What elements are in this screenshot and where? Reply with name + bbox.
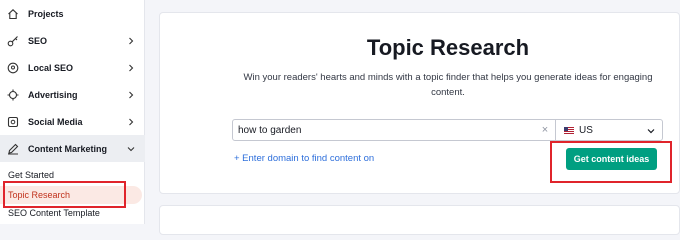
sidebar-item-label: Local SEO <box>28 62 74 73</box>
sidebar-item-label: Advertising <box>28 89 78 100</box>
chevron-down-icon <box>127 145 135 153</box>
sidebar-item-social-media[interactable]: Social Media <box>0 108 145 135</box>
pen-icon <box>7 143 19 155</box>
chevron-right-icon <box>127 91 135 99</box>
country-select[interactable]: US <box>555 119 663 141</box>
page-subtitle: Win your readers' hearts and minds with … <box>243 72 653 98</box>
sidebar-item-content-marketing[interactable]: Content Marketing <box>0 135 145 162</box>
chevron-right-icon <box>127 37 135 45</box>
sidebar-subitem-get-started[interactable]: Get Started <box>0 166 145 184</box>
social-icon <box>7 116 19 128</box>
sidebar-item-label: SEO <box>28 35 48 46</box>
add-domain-link[interactable]: + Enter domain to find content on <box>234 153 374 164</box>
clear-icon[interactable]: × <box>539 124 551 136</box>
sidebar-subitem-topic-research[interactable]: Topic Research <box>0 186 142 204</box>
country-label: US <box>579 125 593 136</box>
topic-research-card: Topic Research Win your readers' hearts … <box>159 12 680 194</box>
key-icon <box>7 35 19 47</box>
target-icon <box>7 89 19 101</box>
sidebar-item-label: Social Media <box>28 116 83 127</box>
sidebar-subitem-seo-content-template[interactable]: SEO Content Template <box>0 204 145 222</box>
chevron-right-icon <box>127 118 135 126</box>
page-title: Topic Research <box>366 35 530 60</box>
sidebar-item-label: Projects <box>28 8 64 19</box>
chevron-right-icon <box>127 64 135 72</box>
sidebar-subitem-label: SEO Content Template <box>8 208 100 218</box>
home-icon <box>7 8 19 20</box>
chevron-down-icon <box>647 127 655 135</box>
sidebar-item-advertising[interactable]: Advertising <box>0 81 145 108</box>
sidebar-item-projects[interactable]: Projects <box>0 0 145 27</box>
sidebar-subitem-label: Get Started <box>8 170 55 180</box>
location-pin-icon <box>7 62 19 74</box>
sidebar: Projects SEO Local SEO Advertising Socia… <box>0 0 145 224</box>
sidebar-item-local-seo[interactable]: Local SEO <box>0 54 145 81</box>
sidebar-item-label: Content Marketing <box>28 143 108 154</box>
topic-search-input[interactable] <box>232 119 556 141</box>
us-flag-icon <box>564 127 574 134</box>
get-content-ideas-button[interactable]: Get content ideas <box>566 148 657 170</box>
sidebar-item-seo[interactable]: SEO <box>0 27 145 54</box>
sidebar-subitem-label: Topic Research <box>8 190 71 200</box>
results-card <box>159 205 680 235</box>
